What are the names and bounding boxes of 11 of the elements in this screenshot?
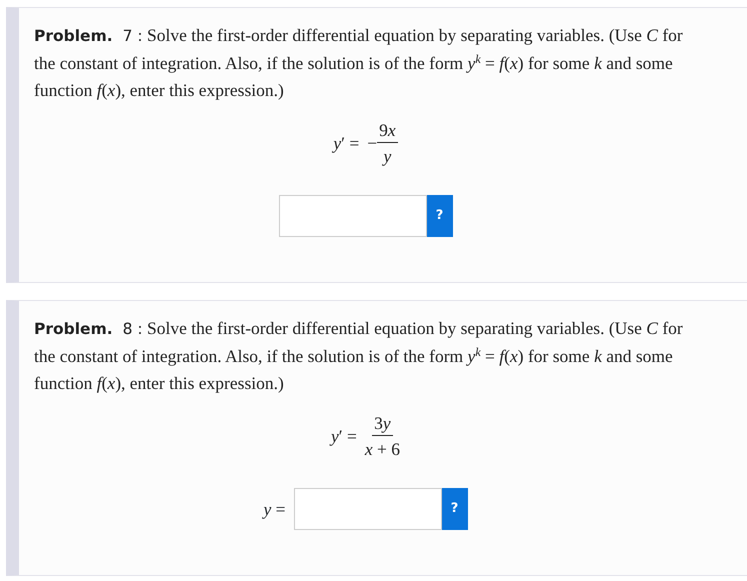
problem-statement: Problem. 7 : Solve the first-order differential equation by separating variables. (Use C for the constant of integration. Also, if the solution is of the form y$^{k}$ = f(x) for some k and some function f(x), enter this expression.) — [34, 24, 684, 102]
problem-statement: Problem. 8 : Solve the first-order differential equation by separating variables. (Use C for the constant of integration. Also, if the solution is of the form y$^{k}$ = f(x) for some k and some function f(x), enter this expression.) — [34, 317, 684, 395]
equation-rhs: 3y x + 6 — [364, 411, 400, 461]
equation-lhs: y′ = — [333, 132, 360, 156]
equation-lhs: y′ = — [330, 425, 357, 448]
answer-prefix: y = — [263, 498, 286, 521]
equation-rhs: − 9x y — [367, 118, 398, 168]
help-button[interactable]: ? — [426, 195, 452, 237]
answer-field[interactable] — [294, 488, 442, 530]
help-button[interactable]: ? — [442, 488, 468, 530]
answer-field[interactable] — [278, 195, 426, 237]
